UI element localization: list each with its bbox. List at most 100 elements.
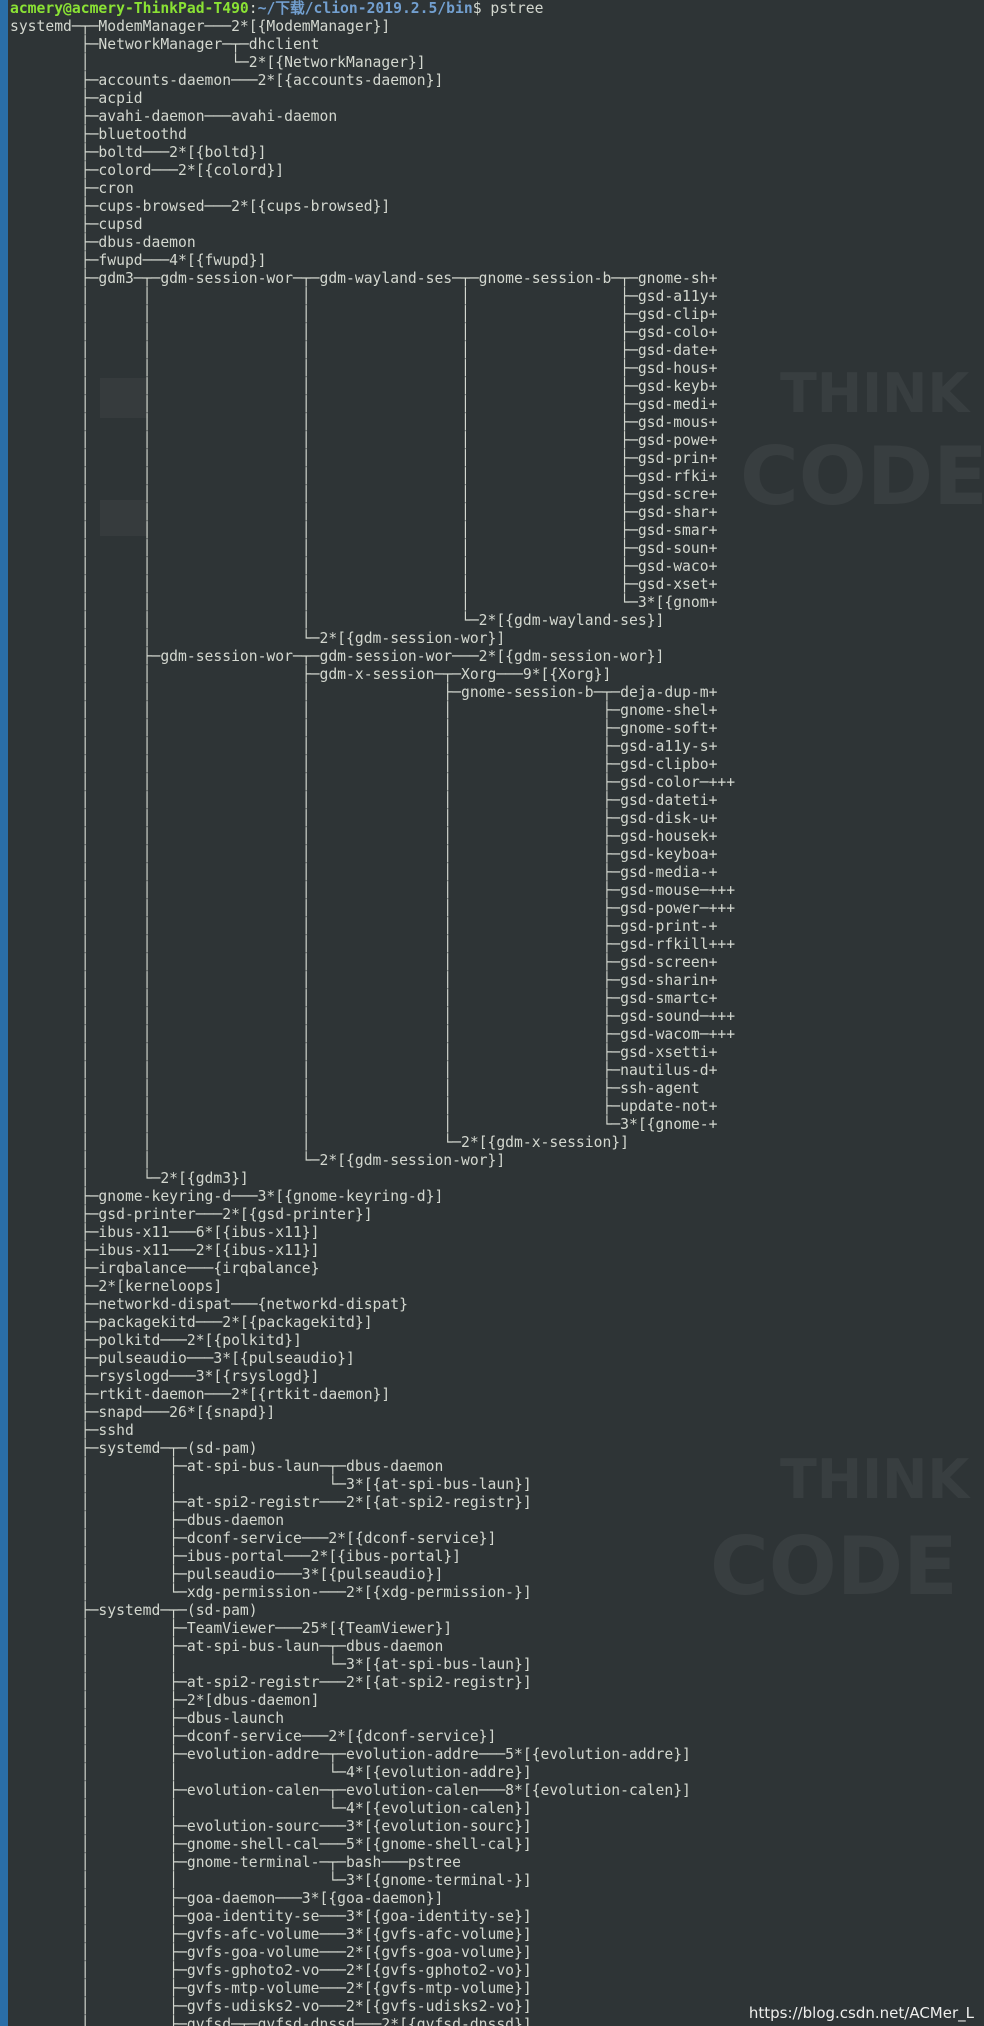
pstree-line: ├─irqbalance───{irqbalance} (10, 1260, 320, 1277)
pstree-line: ├─avahi-daemon───avahi-daemon (10, 108, 338, 125)
pstree-line: │ │ │ │ ├─gsd-screen+ (10, 954, 718, 971)
pstree-line: │ │ │ │ ├─gsd-dateti+ (10, 792, 718, 809)
shell-prompt: acmery@acmery-ThinkPad-T490:~/下载/clion-2… (10, 0, 978, 18)
terminal-output-area[interactable]: acmery@acmery-ThinkPad-T490:~/下载/clion-2… (10, 0, 978, 2026)
pstree-line: ├─systemd─┬─(sd-pam) (10, 1602, 258, 1619)
pstree-line: │ │ └─3*[{at-spi-bus-laun}] (10, 1476, 532, 1493)
pstree-line: │ │ │ │ ├─update-not+ (10, 1098, 718, 1115)
pstree-line: │ │ │ │ ├─gsd-disk-u+ (10, 810, 718, 827)
pstree-line: │ │ ├─gdm-x-session─┬─Xorg───9*[{Xorg}] (10, 666, 612, 683)
pstree-line: │ │ │ │ ├─gsd-mous+ (10, 414, 718, 431)
pstree-line: │ ├─dbus-launch (10, 1710, 285, 1727)
pstree-line: │ └─xdg-permission-───2*[{xdg-permission… (10, 1584, 532, 1601)
pstree-line: │ ├─gnome-shell-cal───5*[{gnome-shell-ca… (10, 1836, 532, 1853)
pstree-line: │ │ │ │ ├─gsd-powe+ (10, 432, 718, 449)
pstree-line: ├─networkd-dispat───{networkd-dispat} (10, 1296, 408, 1313)
pstree-line: │ ├─evolution-sourc───3*[{evolution-sour… (10, 1818, 532, 1835)
pstree-line: │ │ │ │ ├─gsd-smartc+ (10, 990, 718, 1007)
pstree-line: ├─dbus-daemon (10, 234, 196, 251)
pstree-line: │ │ │ │ ├─gsd-sound─+++ (10, 1008, 736, 1025)
pstree-line: │ │ │ │ ├─gsd-clip+ (10, 306, 718, 323)
pstree-line: ├─cupsd (10, 216, 143, 233)
pstree-line: ├─gnome-keyring-d───3*[{gnome-keyring-d}… (10, 1188, 444, 1205)
pstree-line: systemd─┬─ModemManager───2*[{ModemManage… (10, 18, 391, 35)
pstree-line: │ │ │ │ ├─gsd-rfkill+++ (10, 936, 736, 953)
pstree-line: ├─sshd (10, 1422, 134, 1439)
prompt-separator: : (248, 0, 258, 17)
pstree-line: │ │ │ │ ├─gsd-power─+++ (10, 900, 736, 917)
window-left-edge (0, 0, 8, 2026)
pstree-line: │ ├─dbus-daemon (10, 1512, 285, 1529)
pstree-line: │ │ └─4*[{evolution-addre}] (10, 1764, 532, 1781)
screenshot: THINK CODE C THINK CODE C acmery@acmery-… (0, 0, 984, 2026)
pstree-line: │ ├─gvfs-mtp-volume───2*[{gvfs-mtp-volum… (10, 1980, 532, 1997)
pstree-line: ├─polkitd───2*[{polkitd}] (10, 1332, 302, 1349)
pstree-line: │ ├─dconf-service───2*[{dconf-service}] (10, 1728, 497, 1745)
pstree-line: ├─ibus-x11───2*[{ibus-x11}] (10, 1242, 320, 1259)
pstree-line: │ │ │ │ ├─gsd-hous+ (10, 360, 718, 377)
pstree-line: │ └─2*[{gdm3}] (10, 1170, 249, 1187)
pstree-line: │ ├─evolution-calen─┬─evolution-calen───… (10, 1782, 691, 1799)
pstree-line: │ │ │ │ ├─gsd-mouse─+++ (10, 882, 736, 899)
pstree-line: │ │ │ │ ├─gsd-wacom─+++ (10, 1026, 736, 1043)
pstree-line: ├─pulseaudio───3*[{pulseaudio}] (10, 1350, 355, 1367)
pstree-line: │ │ │ │ ├─gsd-medi+ (10, 396, 718, 413)
pstree-line: │ │ │ │ ├─gnome-soft+ (10, 720, 718, 737)
pstree-line: ├─2*[kerneloops] (10, 1278, 223, 1295)
pstree-line: │ ├─gnome-terminal-─┬─bash───pstree (10, 1854, 461, 1871)
pstree-line: ├─fwupd───4*[{fwupd}] (10, 252, 267, 269)
pstree-line: ├─rtkit-daemon───2*[{rtkit-daemon}] (10, 1386, 391, 1403)
pstree-line: │ │ │ │ └─3*[{gnome-+ (10, 1116, 718, 1133)
pstree-line: │ │ │ │ ├─gsd-print-+ (10, 918, 718, 935)
prompt-path: ~/下载/clion-2019.2.5/bin (257, 0, 473, 17)
pstree-line: │ ├─dconf-service───2*[{dconf-service}] (10, 1530, 497, 1547)
pstree-line: │ │ └─2*[{gdm-session-wor}] (10, 1152, 506, 1169)
pstree-line: │ ├─gvfs-goa-volume───2*[{gvfs-goa-volum… (10, 1944, 532, 1961)
pstree-line: │ │ └─2*[{gdm-session-wor}] (10, 630, 506, 647)
pstree-line: ├─rsyslogd───3*[{rsyslogd}] (10, 1368, 320, 1385)
pstree-line: │ ├─evolution-addre─┬─evolution-addre───… (10, 1746, 691, 1763)
pstree-line: │ │ │ └─2*[{gdm-x-session}] (10, 1134, 629, 1151)
pstree-line: │ │ │ │ ├─gsd-xsetti+ (10, 1044, 718, 1061)
pstree-line: ├─gdm3─┬─gdm-session-wor─┬─gdm-wayland-s… (10, 270, 718, 287)
pstree-line: │ │ │ │ ├─gsd-smar+ (10, 522, 718, 539)
pstree-line: │ ├─2*[dbus-daemon] (10, 1692, 320, 1709)
pstree-line: │ ├─gvfs-udisks2-vo───2*[{gvfs-udisks2-v… (10, 1998, 532, 2015)
pstree-line: │ │ │ │ ├─gsd-xset+ (10, 576, 718, 593)
pstree-line: │ ├─gdm-session-wor─┬─gdm-session-wor───… (10, 648, 665, 665)
pstree-line: │ ├─goa-daemon───3*[{goa-daemon}] (10, 1890, 444, 1907)
pstree-line: │ ├─gvfs-gphoto2-vo───2*[{gvfs-gphoto2-v… (10, 1962, 532, 1979)
pstree-line: │ │ └─4*[{evolution-calen}] (10, 1800, 532, 1817)
pstree-line: │ ├─at-spi2-registr───2*[{at-spi2-regist… (10, 1494, 532, 1511)
pstree-line: │ │ │ │ ├─gsd-prin+ (10, 450, 718, 467)
pstree-line: ├─boltd───2*[{boltd}] (10, 144, 267, 161)
pstree-line: │ │ │ │ ├─gnome-shel+ (10, 702, 718, 719)
pstree-line: │ │ │ │ ├─gsd-scre+ (10, 486, 718, 503)
pstree-line: │ │ │ │ ├─gsd-clipbo+ (10, 756, 718, 773)
pstree-line: │ ├─pulseaudio───3*[{pulseaudio}] (10, 1566, 444, 1583)
pstree-line: ├─accounts-daemon───2*[{accounts-daemon}… (10, 72, 444, 89)
pstree-line: │ │ │ │ ├─ssh-agent (10, 1080, 700, 1097)
pstree-line: │ │ │ │ ├─gsd-media-+ (10, 864, 718, 881)
pstree-line: │ ├─ibus-portal───2*[{ibus-portal}] (10, 1548, 461, 1565)
pstree-line: │ │ │ │ ├─gsd-keyb+ (10, 378, 718, 395)
pstree-line: │ │ │ │ ├─gsd-keyboa+ (10, 846, 718, 863)
pstree-line: │ │ │ │ ├─gsd-soun+ (10, 540, 718, 557)
pstree-line: ├─cron (10, 180, 134, 197)
pstree-line: │ ├─goa-identity-se───3*[{goa-identity-s… (10, 1908, 532, 1925)
pstree-line: │ │ │ │ ├─gsd-rfki+ (10, 468, 718, 485)
pstree-line: ├─gsd-printer───2*[{gsd-printer}] (10, 1206, 373, 1223)
pstree-line: │ │ │ │ ├─gsd-a11y-s+ (10, 738, 718, 755)
pstree-line: ├─packagekitd───2*[{packagekitd}] (10, 1314, 373, 1331)
pstree-line: │ ├─gvfsd─┬─gvfsd-dnssd───2*[{gvfsd-dnss… (10, 2016, 532, 2026)
pstree-line: │ ├─gvfs-afc-volume───3*[{gvfs-afc-volum… (10, 1926, 532, 1943)
pstree-output: systemd─┬─ModemManager───2*[{ModemManage… (10, 18, 978, 2026)
pstree-line: │ │ │ │ ├─nautilus-d+ (10, 1062, 718, 1079)
pstree-line: ├─ibus-x11───6*[{ibus-x11}] (10, 1224, 320, 1241)
pstree-line: │ │ └─3*[{gnome-terminal-}] (10, 1872, 532, 1889)
pstree-line: │ ├─at-spi-bus-laun─┬─dbus-daemon (10, 1638, 444, 1655)
pstree-line: ├─colord───2*[{colord}] (10, 162, 285, 179)
pstree-line: │ │ │ └─2*[{gdm-wayland-ses}] (10, 612, 665, 629)
pstree-line: │ │ │ │ ├─gsd-a11y+ (10, 288, 718, 305)
pstree-line: ├─bluetoothd (10, 126, 187, 143)
